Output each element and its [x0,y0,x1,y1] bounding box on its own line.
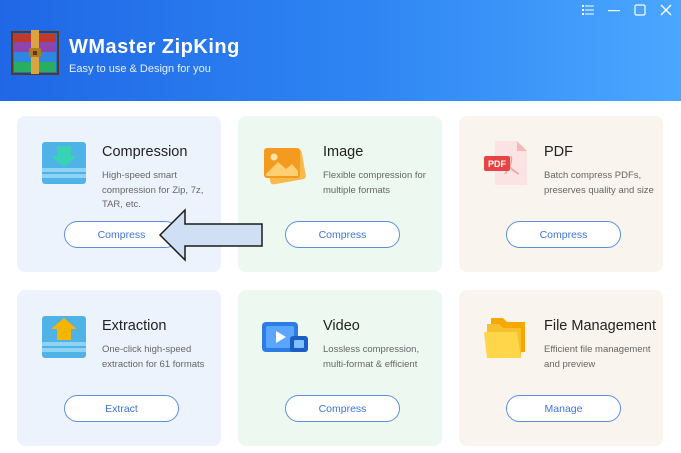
close-icon [660,4,672,16]
card-title: Image [323,144,364,160]
extract-button[interactable]: Extract [64,395,179,422]
compress-button[interactable]: Compress [506,221,621,248]
app-subtitle: Easy to use & Design for you [69,63,211,75]
annotation-arrow-icon [158,208,263,262]
card-description: High-speed smart compression for Zip, 7z… [102,170,204,210]
app-title: WMaster ZipKing [69,36,240,58]
card-title: Video [323,318,360,334]
card-description: Batch compress PDFs, preserves quality a… [544,170,654,196]
app-header: WMaster ZipKing Easy to use & Design for… [0,0,681,101]
card-description: Flexible compression for multiple format… [323,170,426,196]
menu-button[interactable] [579,2,597,18]
video-icon [262,322,308,352]
image-icon [264,148,306,185]
pdf-icon: PDF [484,141,527,185]
svg-text:PDF: PDF [488,159,507,169]
close-button[interactable] [657,2,675,18]
compress-button[interactable]: Compress [285,221,400,248]
card-title: PDF [544,144,573,160]
menu-icon [582,5,594,15]
maximize-icon [634,4,646,16]
card-description: Efficient file management and preview [544,344,651,370]
card-title: Extraction [102,318,167,334]
compression-icon [42,142,86,184]
minimize-button[interactable] [605,2,623,18]
window-controls [579,2,675,18]
card-pdf: PDF PDF Batch compress PDFs, preserves q… [459,116,663,272]
maximize-button[interactable] [631,2,649,18]
folder-icon [484,318,525,358]
minimize-icon [608,10,620,12]
card-description: One-click high-speed extraction for 61 f… [102,344,205,370]
card-file-management: File Management Efficient file managemen… [459,290,663,446]
card-description: Lossless compression, multi-format & eff… [323,344,420,370]
compress-button[interactable]: Compress [285,395,400,422]
card-video: Video Lossless compression, multi-format… [238,290,442,446]
app-logo-icon [11,30,59,75]
manage-button[interactable]: Manage [506,395,621,422]
card-title: File Management [544,318,657,334]
card-image: Image Flexible compression for multiple … [238,116,442,272]
extraction-icon [42,316,86,358]
card-title: Compression [102,144,188,160]
card-extraction: Extraction One-click high-speed extracti… [17,290,221,446]
